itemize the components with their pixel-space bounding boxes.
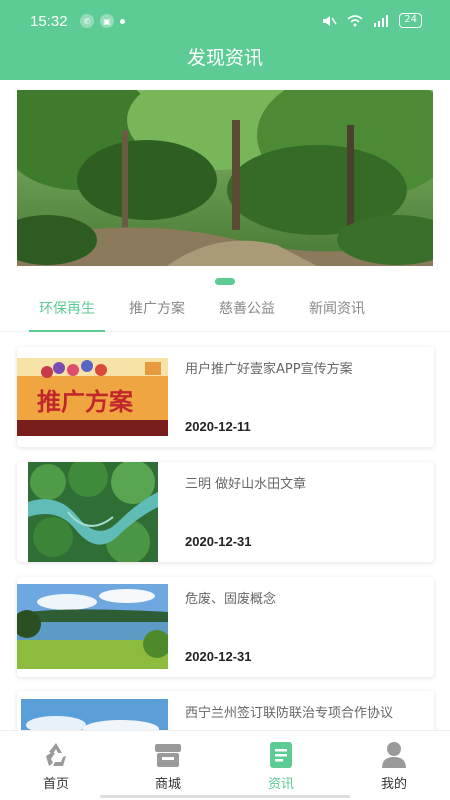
phone-icon: ✆ <box>80 14 94 28</box>
tab-charity[interactable]: 慈善公益 <box>219 298 275 332</box>
tab-environmental[interactable]: 环保再生 <box>29 298 105 332</box>
nav-news[interactable]: 资讯 <box>225 731 337 800</box>
article-title: 用户推广好壹家APP宣传方案 <box>185 362 353 377</box>
signal-icon <box>374 14 389 27</box>
status-time: 15:32 <box>30 13 68 30</box>
nav-label: 资讯 <box>267 777 294 792</box>
dot-icon <box>120 18 125 24</box>
article-title: 西宁兰州签订联防联治专项合作协议 <box>185 706 394 721</box>
article-date: 2020-12-31 <box>185 649 252 664</box>
news-icon <box>270 742 292 768</box>
banner-indicator <box>215 278 235 285</box>
article-title: 危废、固废概念 <box>185 592 277 607</box>
page-title: 发现资讯 <box>0 44 450 80</box>
article-thumbnail <box>28 462 158 562</box>
article-thumbnail <box>17 584 168 669</box>
forest-image <box>17 90 433 266</box>
article-title: 三明 做好山水田文章 <box>185 477 307 492</box>
user-icon <box>382 742 406 768</box>
nav-home[interactable]: 首页 <box>0 731 112 800</box>
article-card[interactable]: 危废、固废概念 2020-12-31 <box>17 577 434 677</box>
thumbnail-text: 推广方案 <box>37 388 134 416</box>
status-bar: 15:32 ✆ ▣ 24 <box>0 0 450 44</box>
store-icon <box>155 744 181 767</box>
bottom-nav: 首页 商城 资讯 我的 <box>0 730 450 800</box>
tab-promotion[interactable]: 推广方案 <box>129 298 185 332</box>
nav-label: 我的 <box>380 777 407 792</box>
notification-icons: ✆ ▣ <box>80 14 125 28</box>
nav-label: 首页 <box>42 777 69 792</box>
recycle-icon <box>46 743 66 766</box>
nav-profile[interactable]: 我的 <box>338 731 450 800</box>
home-indicator[interactable] <box>100 795 350 798</box>
wifi-icon <box>347 14 363 26</box>
battery-icon: 24 <box>399 13 422 28</box>
article-card[interactable]: 三明 做好山水田文章 2020-12-31 <box>17 462 434 562</box>
article-thumbnail: 推广方案 <box>17 358 168 436</box>
nav-store[interactable]: 商城 <box>112 731 224 800</box>
article-date: 2020-12-31 <box>185 534 252 549</box>
banner-image[interactable] <box>17 90 433 266</box>
article-date: 2020-12-11 <box>185 419 251 434</box>
system-icons: 24 <box>321 13 422 28</box>
article-card[interactable]: 推广方案 用户推广好壹家APP宣传方案 2020-12-11 <box>17 347 434 447</box>
app-notification-icon: ▣ <box>100 14 114 28</box>
category-tabs: 环保再生 推广方案 慈善公益 新闻资讯 <box>0 290 450 332</box>
tab-news[interactable]: 新闻资讯 <box>309 298 365 332</box>
mute-icon <box>323 15 337 26</box>
nav-label: 商城 <box>154 777 181 792</box>
